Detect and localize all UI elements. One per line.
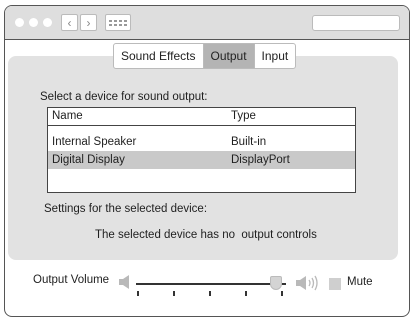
slider-tick [281,291,283,296]
slider-tick [173,291,175,296]
device-name: Digital Display [52,154,125,166]
zoom-window-button[interactable] [43,18,52,27]
slider-tick [137,291,139,296]
speaker-low-icon [119,275,129,289]
column-header-type[interactable]: Type [231,108,256,125]
tab-sound-effects[interactable]: Sound Effects [114,44,202,68]
close-window-button[interactable] [15,18,24,27]
tab-input[interactable]: Input [253,44,296,68]
output-device-list[interactable]: Name Type Internal Speaker Built-in Digi… [47,107,356,193]
device-prompt: Select a device for sound output: [40,91,208,103]
mute-checkbox[interactable] [329,278,341,290]
search-input[interactable] [312,15,400,31]
back-button[interactable]: ‹ [61,14,78,31]
no-controls-message: The selected device has no output contro… [95,229,317,241]
volume-slider-thumb[interactable] [269,276,282,290]
device-type: Built-in [231,136,267,148]
title-bar: ‹ › [5,6,409,40]
speaker-high-icon [296,275,318,291]
volume-slider-track[interactable] [136,283,286,285]
forward-icon: › [86,15,91,30]
list-header: Name Type [48,108,355,126]
output-volume-label: Output Volume [33,274,110,286]
mute-label: Mute [347,276,373,288]
device-name: Internal Speaker [52,136,137,148]
slider-tick [245,291,247,296]
slider-tick [209,291,211,296]
tab-output[interactable]: Output [202,44,254,68]
device-type: DisplayPort [231,154,290,166]
show-all-button[interactable] [105,14,131,31]
tab-bar: Sound Effects Output Input [113,43,297,69]
settings-label: Settings for the selected device: [44,203,208,215]
device-row-internal-speaker[interactable]: Internal Speaker Built-in [48,133,355,151]
grid-icon [109,19,112,22]
back-icon: ‹ [67,15,72,30]
forward-button[interactable]: › [80,14,97,31]
device-row-digital-display[interactable]: Digital Display DisplayPort [48,151,355,169]
column-header-name[interactable]: Name [52,108,83,125]
minimize-window-button[interactable] [29,18,38,27]
